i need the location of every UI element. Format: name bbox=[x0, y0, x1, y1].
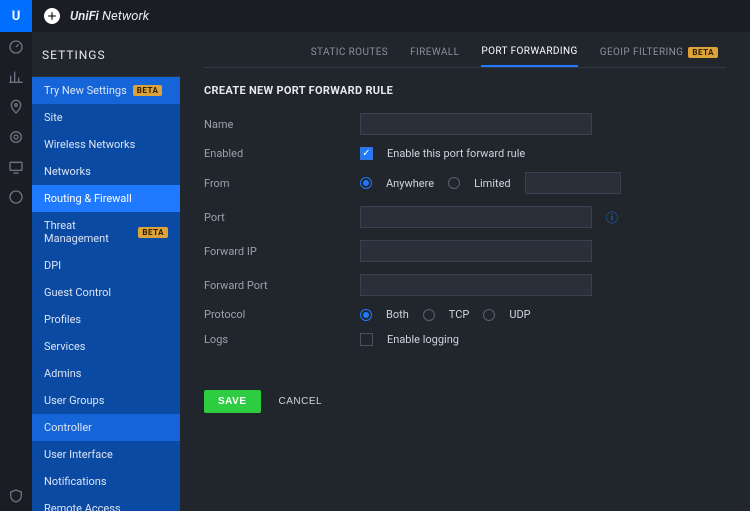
proto-tcp-radio[interactable] bbox=[423, 309, 435, 321]
sidebar-item-label: User Interface bbox=[44, 448, 113, 461]
sidebar-item[interactable]: Notifications bbox=[32, 468, 180, 495]
info-icon[interactable]: ⓘ bbox=[606, 209, 618, 226]
tab[interactable]: PORT FORWARDING bbox=[481, 46, 577, 67]
sidebar-item[interactable]: DPI bbox=[32, 252, 180, 279]
sidebar-item-label: Admins bbox=[44, 367, 81, 380]
devices-icon[interactable] bbox=[0, 122, 32, 152]
map-icon[interactable] bbox=[0, 92, 32, 122]
sidebar-item[interactable]: Admins bbox=[32, 360, 180, 387]
sidebar-item[interactable]: User Interface bbox=[32, 441, 180, 468]
sidebar-item[interactable]: Networks bbox=[32, 158, 180, 185]
tab-label: GEOIP FILTERING bbox=[600, 47, 684, 58]
sidebar-item[interactable]: Site bbox=[32, 104, 180, 131]
proto-tcp-label: TCP bbox=[449, 308, 470, 321]
from-limited-radio[interactable] bbox=[448, 177, 460, 189]
protocol-label: Protocol bbox=[204, 308, 360, 321]
form-title: CREATE NEW PORT FORWARD RULE bbox=[204, 84, 726, 97]
save-button[interactable]: SAVE bbox=[204, 390, 261, 413]
sidebar-item[interactable]: Wireless Networks bbox=[32, 131, 180, 158]
from-limited-input[interactable] bbox=[525, 172, 621, 194]
proto-udp-radio[interactable] bbox=[483, 309, 495, 321]
logs-label: Logs bbox=[204, 333, 360, 346]
name-input[interactable] bbox=[360, 113, 592, 135]
insights-icon[interactable] bbox=[0, 182, 32, 212]
from-anywhere-label: Anywhere bbox=[386, 177, 434, 190]
fwdip-input[interactable] bbox=[360, 240, 592, 262]
cancel-button[interactable]: CANCEL bbox=[279, 396, 323, 407]
routing-tabs: STATIC ROUTES FIREWALL PORT FORWARDING GEOI… bbox=[204, 46, 726, 68]
sidebar-item-label: Try New Settings bbox=[44, 84, 127, 97]
proto-both-label: Both bbox=[386, 308, 409, 321]
from-label: From bbox=[204, 177, 360, 190]
sidebar-item[interactable]: User Groups bbox=[32, 387, 180, 414]
beta-badge: BETA bbox=[688, 47, 718, 58]
shield-icon[interactable] bbox=[0, 481, 32, 511]
tab[interactable]: GEOIP FILTERING BETA bbox=[600, 46, 718, 67]
sidebar-item-label: Routing & Firewall bbox=[44, 192, 132, 205]
port-label: Port bbox=[204, 211, 360, 224]
beta-badge: BETA bbox=[133, 85, 163, 96]
tab[interactable]: STATIC ROUTES bbox=[311, 46, 388, 67]
sidebar-item-label: Remote Access bbox=[44, 502, 121, 511]
sidebar-item[interactable]: Guest Control bbox=[32, 279, 180, 306]
sidebar-item-label: Wireless Networks bbox=[44, 138, 135, 151]
sidebar-item[interactable]: Profiles bbox=[32, 306, 180, 333]
sidebar-item-label: Guest Control bbox=[44, 286, 111, 299]
beta-badge: BETA bbox=[138, 227, 168, 238]
enabled-label: Enabled bbox=[204, 147, 360, 160]
proto-udp-label: UDP bbox=[509, 308, 530, 321]
tab-label: PORT FORWARDING bbox=[481, 46, 577, 57]
brand-suffix: Network bbox=[102, 9, 149, 24]
logs-checkbox-label: Enable logging bbox=[387, 333, 459, 346]
brand-logo[interactable]: U bbox=[0, 0, 32, 32]
sidebar-item-label: Threat Management bbox=[44, 219, 132, 245]
tab[interactable]: FIREWALL bbox=[410, 46, 459, 67]
topbar: UniFi Network bbox=[32, 0, 750, 32]
sidebar-item-label: Notifications bbox=[44, 475, 107, 488]
sidebar-item[interactable]: Routing & Firewall bbox=[32, 185, 180, 212]
sidebar-item[interactable]: Threat Management BETA bbox=[32, 212, 180, 252]
tab-label: STATIC ROUTES bbox=[311, 47, 388, 58]
site-switcher-icon[interactable] bbox=[44, 8, 60, 24]
sidebar-item[interactable]: Controller bbox=[32, 414, 180, 441]
fwdip-label: Forward IP bbox=[204, 245, 360, 258]
sidebar-item[interactable]: Services bbox=[32, 333, 180, 360]
clients-icon[interactable] bbox=[0, 152, 32, 182]
sidebar-item-label: Profiles bbox=[44, 313, 81, 326]
sidebar-item-label: Controller bbox=[44, 421, 92, 434]
dashboard-icon[interactable] bbox=[0, 32, 32, 62]
fwdport-input[interactable] bbox=[360, 274, 592, 296]
port-input[interactable] bbox=[360, 206, 592, 228]
logs-checkbox[interactable] bbox=[360, 333, 373, 346]
tab-label: FIREWALL bbox=[410, 47, 459, 58]
sidebar-item[interactable]: Remote Access bbox=[32, 495, 180, 511]
proto-both-radio[interactable] bbox=[360, 309, 372, 321]
name-label: Name bbox=[204, 118, 360, 131]
sidebar-item-label: Services bbox=[44, 340, 85, 353]
app-title: UniFi Network bbox=[70, 9, 149, 24]
fwdport-label: Forward Port bbox=[204, 279, 360, 292]
sidebar-item-label: Site bbox=[44, 111, 63, 124]
sidebar-item-label: DPI bbox=[44, 259, 61, 272]
sidebar-item-label: User Groups bbox=[44, 394, 104, 407]
app-iconbar: U bbox=[0, 0, 32, 511]
sidebar-item-label: Networks bbox=[44, 165, 91, 178]
settings-heading: SETTINGS bbox=[32, 32, 180, 77]
sidebar-item[interactable]: Try New Settings BETA bbox=[32, 77, 180, 104]
brand-prefix: UniFi bbox=[70, 9, 99, 24]
from-anywhere-radio[interactable] bbox=[360, 177, 372, 189]
from-limited-label: Limited bbox=[474, 177, 511, 190]
statistics-icon[interactable] bbox=[0, 62, 32, 92]
enabled-checkbox-label: Enable this port forward rule bbox=[387, 147, 525, 160]
settings-nav: Try New Settings BETA Site Wireless Network… bbox=[32, 77, 180, 511]
enabled-checkbox[interactable]: ✓ bbox=[360, 147, 373, 160]
